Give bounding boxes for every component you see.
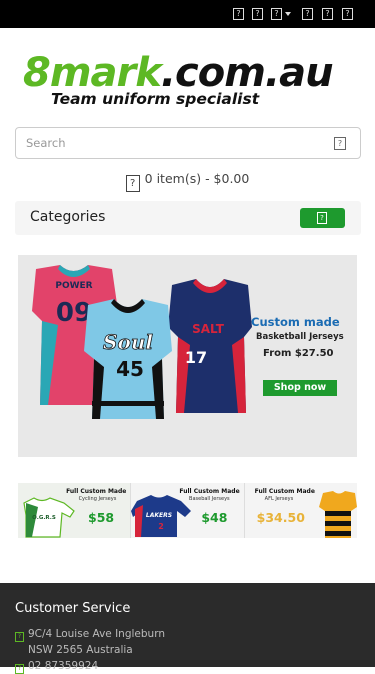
logo-tagline: Team uniform specialist <box>51 90 260 108</box>
promo-price: $48 <box>201 510 228 525</box>
hero-banner[interactable]: POWER 09 SALT 17 Soul 45 Custom made Bas… <box>18 255 357 457</box>
promo-price: $34.50 <box>256 510 305 525</box>
phone-icon: ? <box>15 664 24 674</box>
svg-text:LAKERS: LAKERS <box>146 512 172 519</box>
svg-text:SALT: SALT <box>192 322 225 336</box>
svg-text:45: 45 <box>116 357 144 381</box>
banner-subtitle: Basketball Jerseys <box>256 332 344 342</box>
search-bar: ? <box>15 127 361 159</box>
promo-title: Full Custom Made <box>66 488 127 495</box>
promo-subtitle: AFL Jerseys <box>264 496 294 502</box>
site-logo[interactable]: 8mark.com.au Team uniform specialist <box>23 51 347 111</box>
jersey-soul: Soul 45 <box>84 299 172 419</box>
cart-total: 0 item(s) - $0.00 <box>144 171 250 186</box>
jersey-salt: SALT 17 <box>168 279 252 413</box>
svg-text:Soul: Soul <box>103 330 153 354</box>
categories-toggle-button[interactable]: ? <box>300 208 345 228</box>
search-input[interactable] <box>16 128 316 158</box>
checkout-icon[interactable]: ? <box>342 8 353 20</box>
svg-text:2: 2 <box>159 522 165 531</box>
footer-title: Customer Service <box>15 601 131 616</box>
heart-icon[interactable]: ? <box>302 8 313 20</box>
banner-price: From $27.50 <box>263 348 334 359</box>
footer-phone[interactable]: ? 02 87359924 <box>15 660 98 674</box>
banner-title: Custom made <box>251 315 340 329</box>
account-icon[interactable]: ? <box>271 8 282 20</box>
svg-text:17: 17 <box>185 348 207 367</box>
promo-title: Full Custom Made <box>254 488 315 495</box>
chevron-down-icon[interactable] <box>285 12 291 16</box>
footer: Customer Service ? 9C/4 Louise Ave Ingleb… <box>0 583 375 674</box>
svg-text:O.G.R.S: O.G.R.S <box>32 515 56 521</box>
promo-baseball[interactable]: LAKERS 2 Full Custom Made Baseball Jerse… <box>131 483 245 538</box>
promo-cycling[interactable]: O.G.R.S Full Custom Made Cycling Jerseys… <box>18 483 132 538</box>
promo-subtitle: Baseball Jerseys <box>189 496 230 502</box>
categories-bar: Categories ? <box>15 201 361 235</box>
shop-now-button[interactable]: Shop now <box>263 380 337 396</box>
promo-strip: O.G.R.S Full Custom Made Cycling Jerseys… <box>18 483 357 538</box>
promo-afl[interactable]: Full Custom Made AFL Jerseys $34.50 <box>244 483 357 538</box>
svg-text:POWER: POWER <box>55 281 92 291</box>
promo-subtitle: Cycling Jerseys <box>78 496 117 502</box>
map-marker-icon: ? <box>15 632 24 642</box>
cart-icon[interactable]: ? <box>322 8 333 20</box>
cart-summary[interactable]: ? 0 item(s) - $0.00 <box>0 171 375 192</box>
promo-price: $58 <box>88 510 115 525</box>
top-bar: ? ? ? ? ? ? <box>0 0 375 28</box>
search-icon[interactable]: ? <box>334 137 346 150</box>
menu-icon: ? <box>317 212 327 224</box>
shopping-cart-icon: ? <box>125 175 140 192</box>
footer-address: ? 9C/4 Louise Ave Ingleburn <box>15 628 165 642</box>
logo-wordmark: 8mark.com.au <box>23 50 334 96</box>
categories-label: Categories <box>30 209 106 225</box>
promo-title: Full Custom Made <box>179 488 240 495</box>
phone-icon[interactable]: ? <box>233 8 244 20</box>
user-icon[interactable]: ? <box>252 8 263 20</box>
footer-address-line2: NSW 2565 Australia <box>28 644 133 656</box>
